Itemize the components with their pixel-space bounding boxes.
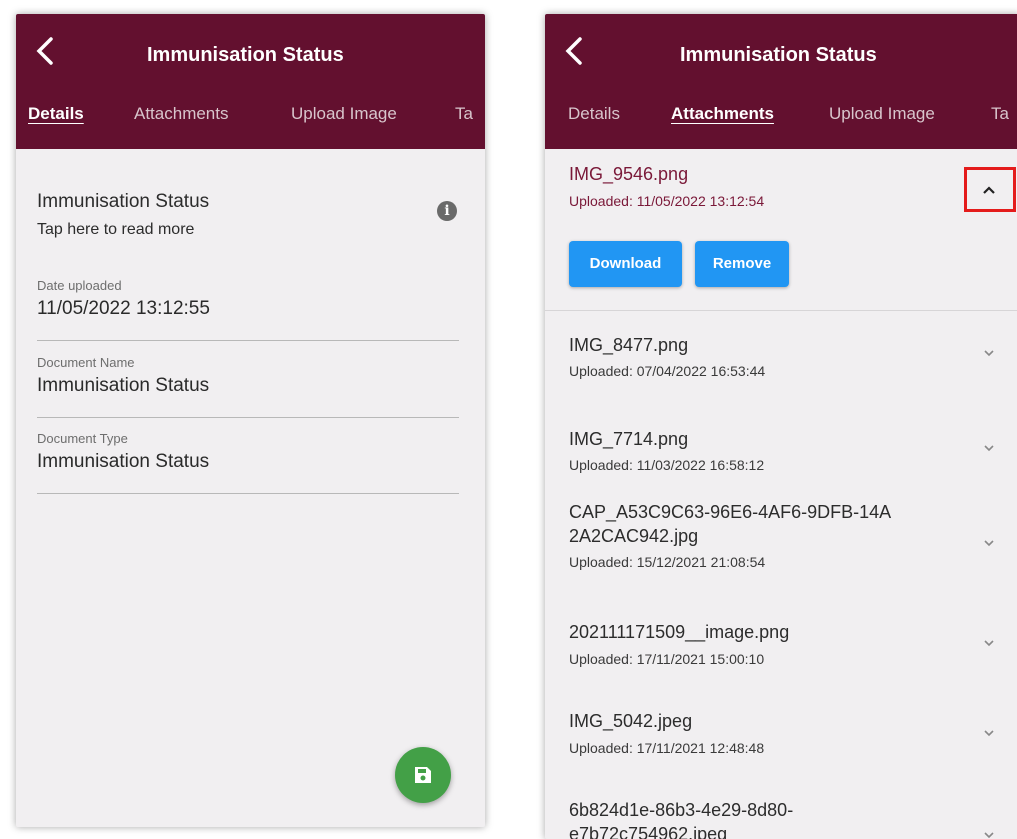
attachment-name-continued: 2A2CAC942.jpg [569,526,699,546]
info-title: Immunisation Status [37,191,210,212]
chevron-down-icon[interactable] [981,347,997,359]
app-bar: Immunisation Status Details Attachments … [545,14,1017,149]
chevron-left-icon [565,37,582,65]
tab-partial[interactable]: Ta [991,104,1009,124]
attachment-uploaded: Uploaded: 07/04/2022 16:53:44 [569,363,766,379]
tab-upload-image[interactable]: Upload Image [829,104,935,124]
tab-bar: Details Attachments Upload Image Ta [16,100,485,136]
attachment-name: IMG_7714.png [569,429,689,449]
attachment-uploaded: Uploaded: 17/11/2021 12:48:48 [569,740,765,756]
attachment-item[interactable]: 6b824d1e-86b3-4e29-8d80- e7b72c754962.jp… [545,785,1017,839]
field-label: Date uploaded [37,278,122,293]
back-button[interactable] [563,36,593,76]
field-label: Document Type [37,431,128,446]
save-icon [415,767,431,783]
attachment-name: 6b824d1e-86b3-4e29-8d80- [569,800,794,820]
chevron-left-icon [36,37,53,65]
attachment-name: IMG_5042.jpeg [569,711,693,731]
remove-button[interactable]: Remove [695,241,789,287]
chevron-down-icon[interactable] [981,727,997,739]
attachment-item[interactable]: 202111171509__image.png Uploaded: 17/11/… [545,607,1017,695]
attachment-name-continued: e7b72c754962.jpeg [569,824,728,839]
app-bar: Immunisation Status Details Attachments … [16,14,485,149]
info-icon[interactable]: i [437,201,457,221]
attachment-item[interactable]: IMG_8477.png Uploaded: 07/04/2022 16:53:… [545,311,1017,399]
details-content: Immunisation Status Tap here to read mor… [16,149,485,827]
attachment-name: CAP_A53C9C63-96E6-4AF6-9DFB-14A [569,502,892,522]
info-subtitle: Tap here to read more [37,221,195,238]
tab-partial[interactable]: Ta [455,104,473,124]
attachment-uploaded: Uploaded: 11/03/2022 16:58:12 [569,457,765,473]
page-title: Immunisation Status [680,44,877,66]
page-title: Immunisation Status [147,44,344,66]
tab-details[interactable]: Details [28,104,84,124]
tab-details[interactable]: Details [568,104,620,124]
chevron-down-icon[interactable] [981,637,997,649]
download-button[interactable]: Download [569,241,682,287]
chevron-down-icon[interactable] [981,442,997,454]
chevron-down-icon[interactable] [981,537,997,549]
chevron-down-icon[interactable] [981,829,997,839]
attachment-item[interactable]: IMG_7714.png Uploaded: 11/03/2022 16:58:… [545,399,1017,487]
attachment-item[interactable]: CAP_A53C9C63-96E6-4AF6-9DFB-14A 2A2CAC94… [545,487,1017,607]
field-value: Immunisation Status [37,375,210,396]
info-read-more[interactable]: Immunisation Status Tap here to read mor… [37,191,457,261]
attachment-uploaded: Uploaded: 17/11/2021 15:00:10 [569,651,765,667]
attachment-uploaded: Uploaded: 11/05/2022 13:12:54 [569,193,765,209]
field-document-name: Document Name Immunisation Status [37,355,459,418]
field-value: 11/05/2022 13:12:55 [37,298,210,319]
save-button[interactable] [395,747,451,803]
field-label: Document Name [37,355,135,370]
tab-upload-image[interactable]: Upload Image [291,104,397,124]
field-date-uploaded: Date uploaded 11/05/2022 13:12:55 [37,278,459,341]
field-value: Immunisation Status [37,451,210,472]
field-document-type: Document Type Immunisation Status [37,431,459,494]
attachment-name: IMG_8477.png [569,335,689,355]
attachment-name: 202111171509__image.png [569,622,790,642]
details-screen: Immunisation Status Details Attachments … [16,14,485,827]
attachments-screen: Immunisation Status Details Attachments … [545,14,1017,839]
attachment-item[interactable]: IMG_5042.jpeg Uploaded: 17/11/2021 12:48… [545,695,1017,785]
tab-attachments[interactable]: Attachments [671,104,774,124]
attachment-name: IMG_9546.png [569,164,689,184]
tab-bar: Details Attachments Upload Image Ta [545,100,1017,136]
tab-attachments[interactable]: Attachments [134,104,229,124]
attachment-uploaded: Uploaded: 15/12/2021 21:08:54 [569,554,766,570]
back-button[interactable] [34,36,64,76]
highlight-box [964,167,1016,212]
